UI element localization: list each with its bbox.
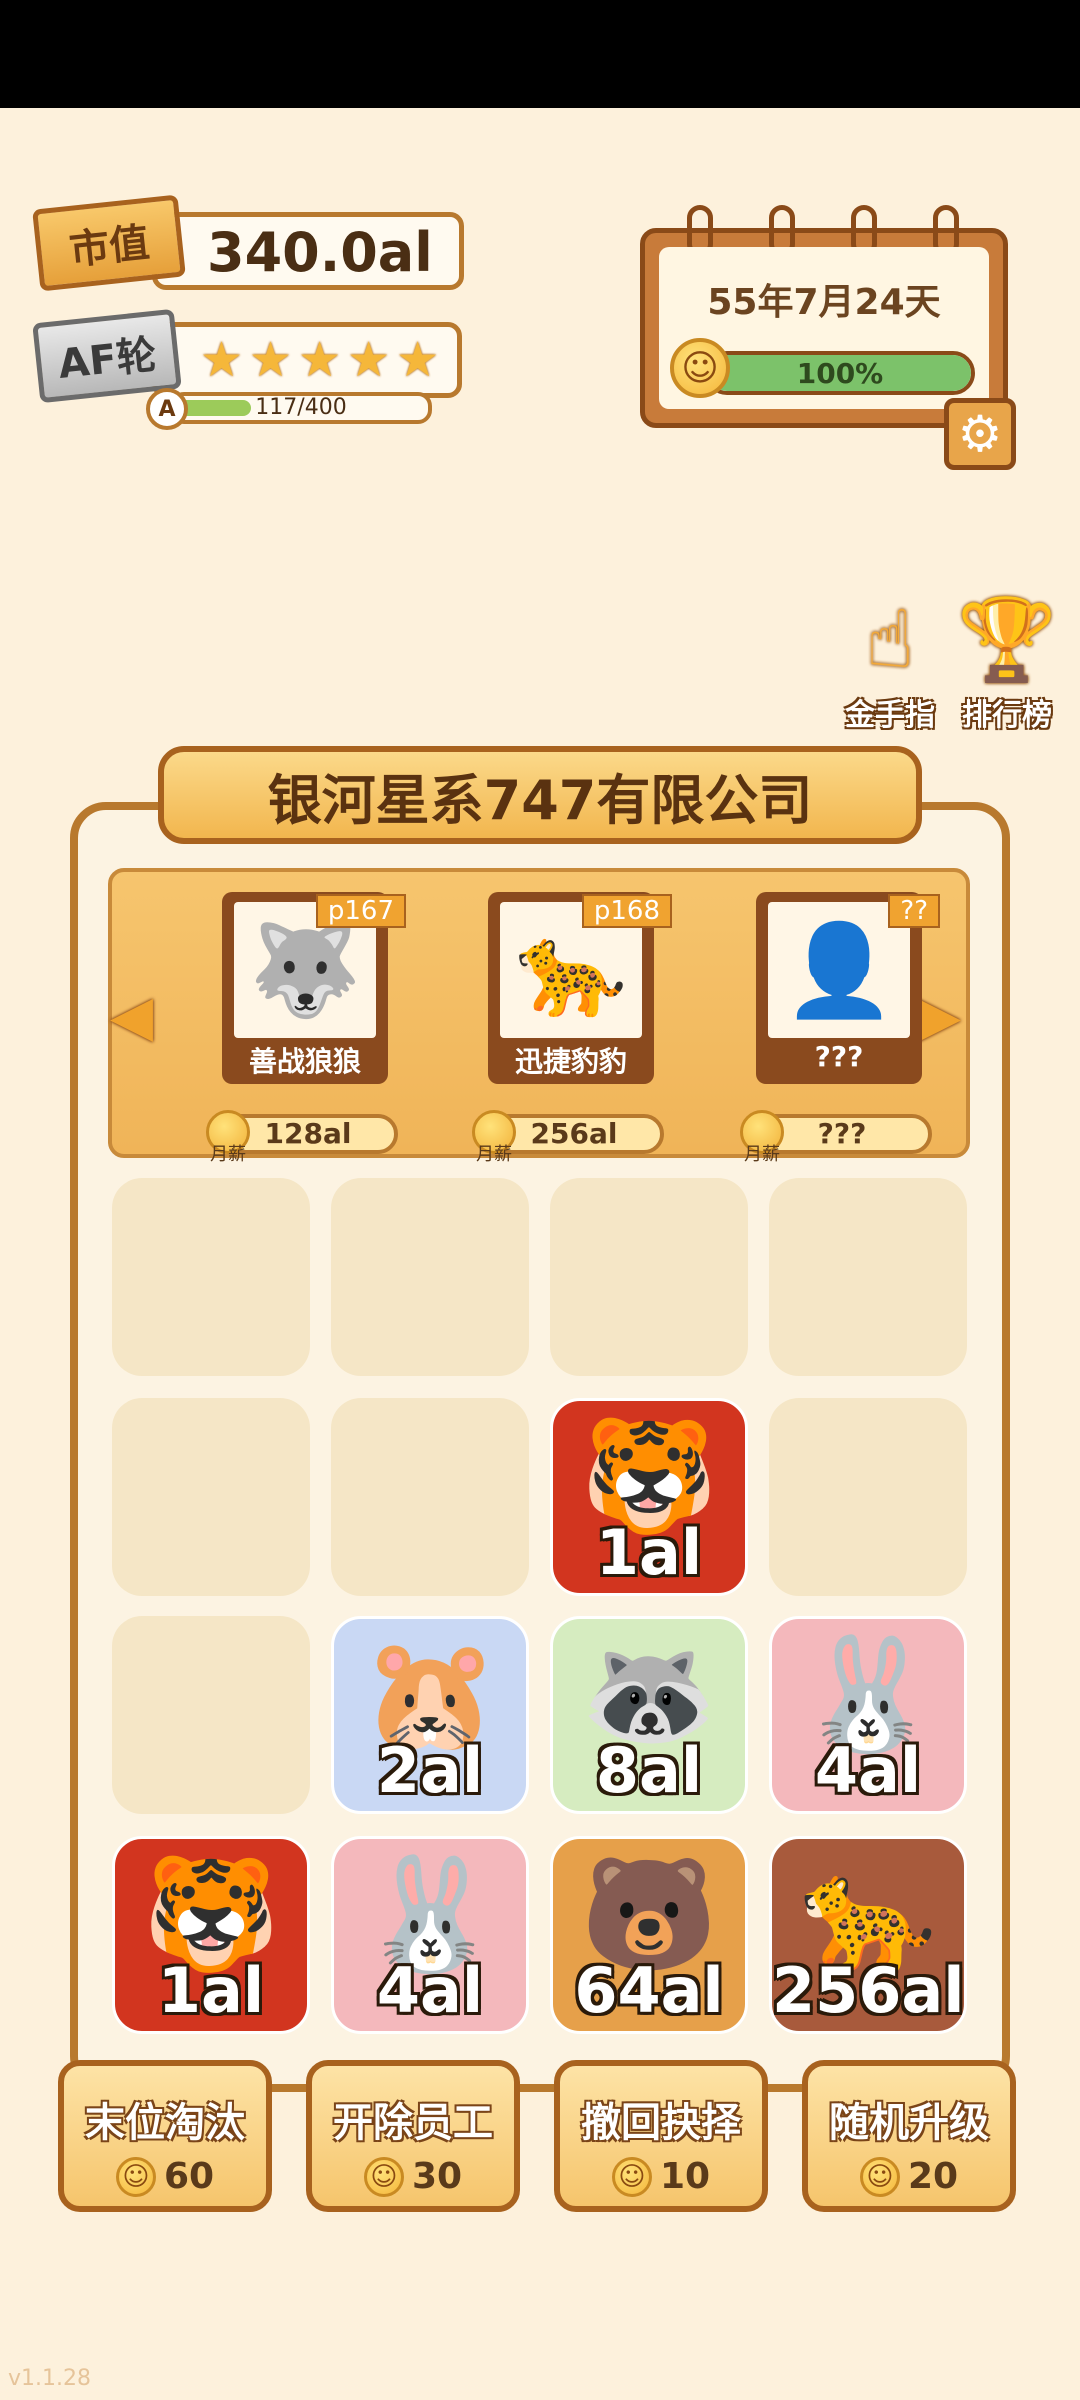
empty-cell[interactable] [112,1178,310,1376]
xp-bar: 117/400 [170,392,432,424]
action-cost: ☺ 30 [312,2156,514,2197]
empty-cell[interactable] [331,1178,529,1376]
empty-cell[interactable] [769,1178,967,1376]
round-label: AF轮 [56,331,159,388]
market-badge: 市值 [32,194,186,292]
leaderboard-label: 排行榜 [962,698,1052,733]
staff-frame: 🐺 善战狼狼 p167 [222,892,406,1084]
smile-icon: ☺ [611,2156,652,2197]
pay-label: 月薪 [210,1144,246,1165]
golden-finger-label: 金手指 [845,698,935,733]
mood-text: 100% [796,357,884,390]
grid-tile[interactable]: 🐯 1al [550,1398,748,1596]
arrow-right-icon[interactable]: ▶ [918,984,961,1049]
grid-tile[interactable]: 🐯 1al [112,1836,310,2034]
cost-value: 60 [163,2156,215,2197]
settings-gear-icon[interactable]: ⚙ [944,398,1016,470]
empty-cell[interactable] [112,1398,310,1596]
mood-smile-icon: ☺ [670,338,730,398]
action-button[interactable]: 随机升级 ☺ 20 [802,2060,1016,2212]
tile-value: 2al [376,1734,484,1807]
tile-value: 256al [772,1954,965,2027]
empty-cell[interactable] [769,1398,967,1596]
action-label: 撤回抉择 [581,2100,741,2146]
tile-value: 4al [376,1954,484,2027]
grid-tile[interactable]: 🐻 64al [550,1836,748,2034]
action-button[interactable]: 撤回抉择 ☺ 10 [554,2060,768,2212]
grid-tile[interactable]: 🐰 4al [769,1616,967,1814]
arrow-left-icon[interactable]: ◀ [110,984,153,1049]
cost-value: 20 [907,2156,959,2197]
star-icon: ★ [249,332,293,388]
company-name: 银河星系747有限公司 [158,746,922,844]
smile-icon: ☺ [115,2156,156,2197]
tile-value: 4al [814,1734,922,1807]
market-value: 340.0al [207,221,433,284]
action-button[interactable]: 开除员工 ☺ 30 [306,2060,520,2212]
cost-value: 10 [659,2156,711,2197]
leaderboard-button[interactable]: 🏆 排行榜 [952,590,1062,734]
staff-name: 迅捷豹豹 [514,1045,627,1078]
action-cost: ☺ 60 [64,2156,266,2197]
action-label: 开除员工 [333,2100,493,2146]
action-label: 末位淘汰 [85,2100,245,2146]
staff-name: 善战狼狼 [248,1045,361,1078]
star-icon: ★ [347,332,391,388]
market-value-box: 340.0al [152,212,464,290]
star-icon: ★ [298,332,342,388]
market-label: 市值 [67,219,152,275]
mood-bar: 100% [705,351,975,395]
trophy-icon: 🏆 [957,593,1057,686]
action-cost: ☺ 20 [808,2156,1010,2197]
staff-tag: p167 [315,894,406,928]
pay-label: 月薪 [476,1144,512,1165]
staff-frame: 🐆 迅捷豹豹 p168 [488,892,672,1084]
star-icon: ★ [396,332,440,388]
action-label: 随机升级 [829,2100,989,2146]
grid-tile[interactable]: 🐰 4al [331,1836,529,2034]
golden-finger-button[interactable]: ☝ 金手指 [835,590,945,734]
xp-text: 117/400 [255,395,347,420]
version-label: v1.1.28 [8,2366,91,2391]
pay-label: 月薪 [744,1144,780,1165]
staff-tag: ?? [888,894,940,928]
tile-value: 1al [157,1954,265,2027]
staff-frame: 👤????? [756,892,940,1084]
status-bar [0,0,1080,108]
staff-tag: p168 [581,894,672,928]
pointing-hand-icon: ☝ [865,593,915,686]
grid-tile[interactable]: 🐹 2al [331,1616,529,1814]
empty-cell[interactable] [331,1398,529,1596]
calendar-date: 55年7月24天 [707,282,941,323]
staff-name: ??? [814,1040,864,1073]
tile-value: 1al [595,1516,703,1589]
level-badge: A [146,388,188,430]
star-icon: ★ [200,332,244,388]
grid-tile[interactable]: 🐆 256al [769,1836,967,2034]
grid-tile[interactable]: 🦝 8al [550,1616,748,1814]
cost-value: 30 [411,2156,463,2197]
empty-cell[interactable] [550,1178,748,1376]
action-button[interactable]: 末位淘汰 ☺ 60 [58,2060,272,2212]
tile-value: 64al [574,1954,724,2027]
empty-cell[interactable] [112,1616,310,1814]
smile-icon: ☺ [363,2156,404,2197]
action-cost: ☺ 10 [560,2156,762,2197]
tile-value: 8al [595,1734,703,1807]
rating-stars: ★ ★ ★ ★ ★ [200,336,439,384]
smile-icon: ☺ [859,2156,900,2197]
